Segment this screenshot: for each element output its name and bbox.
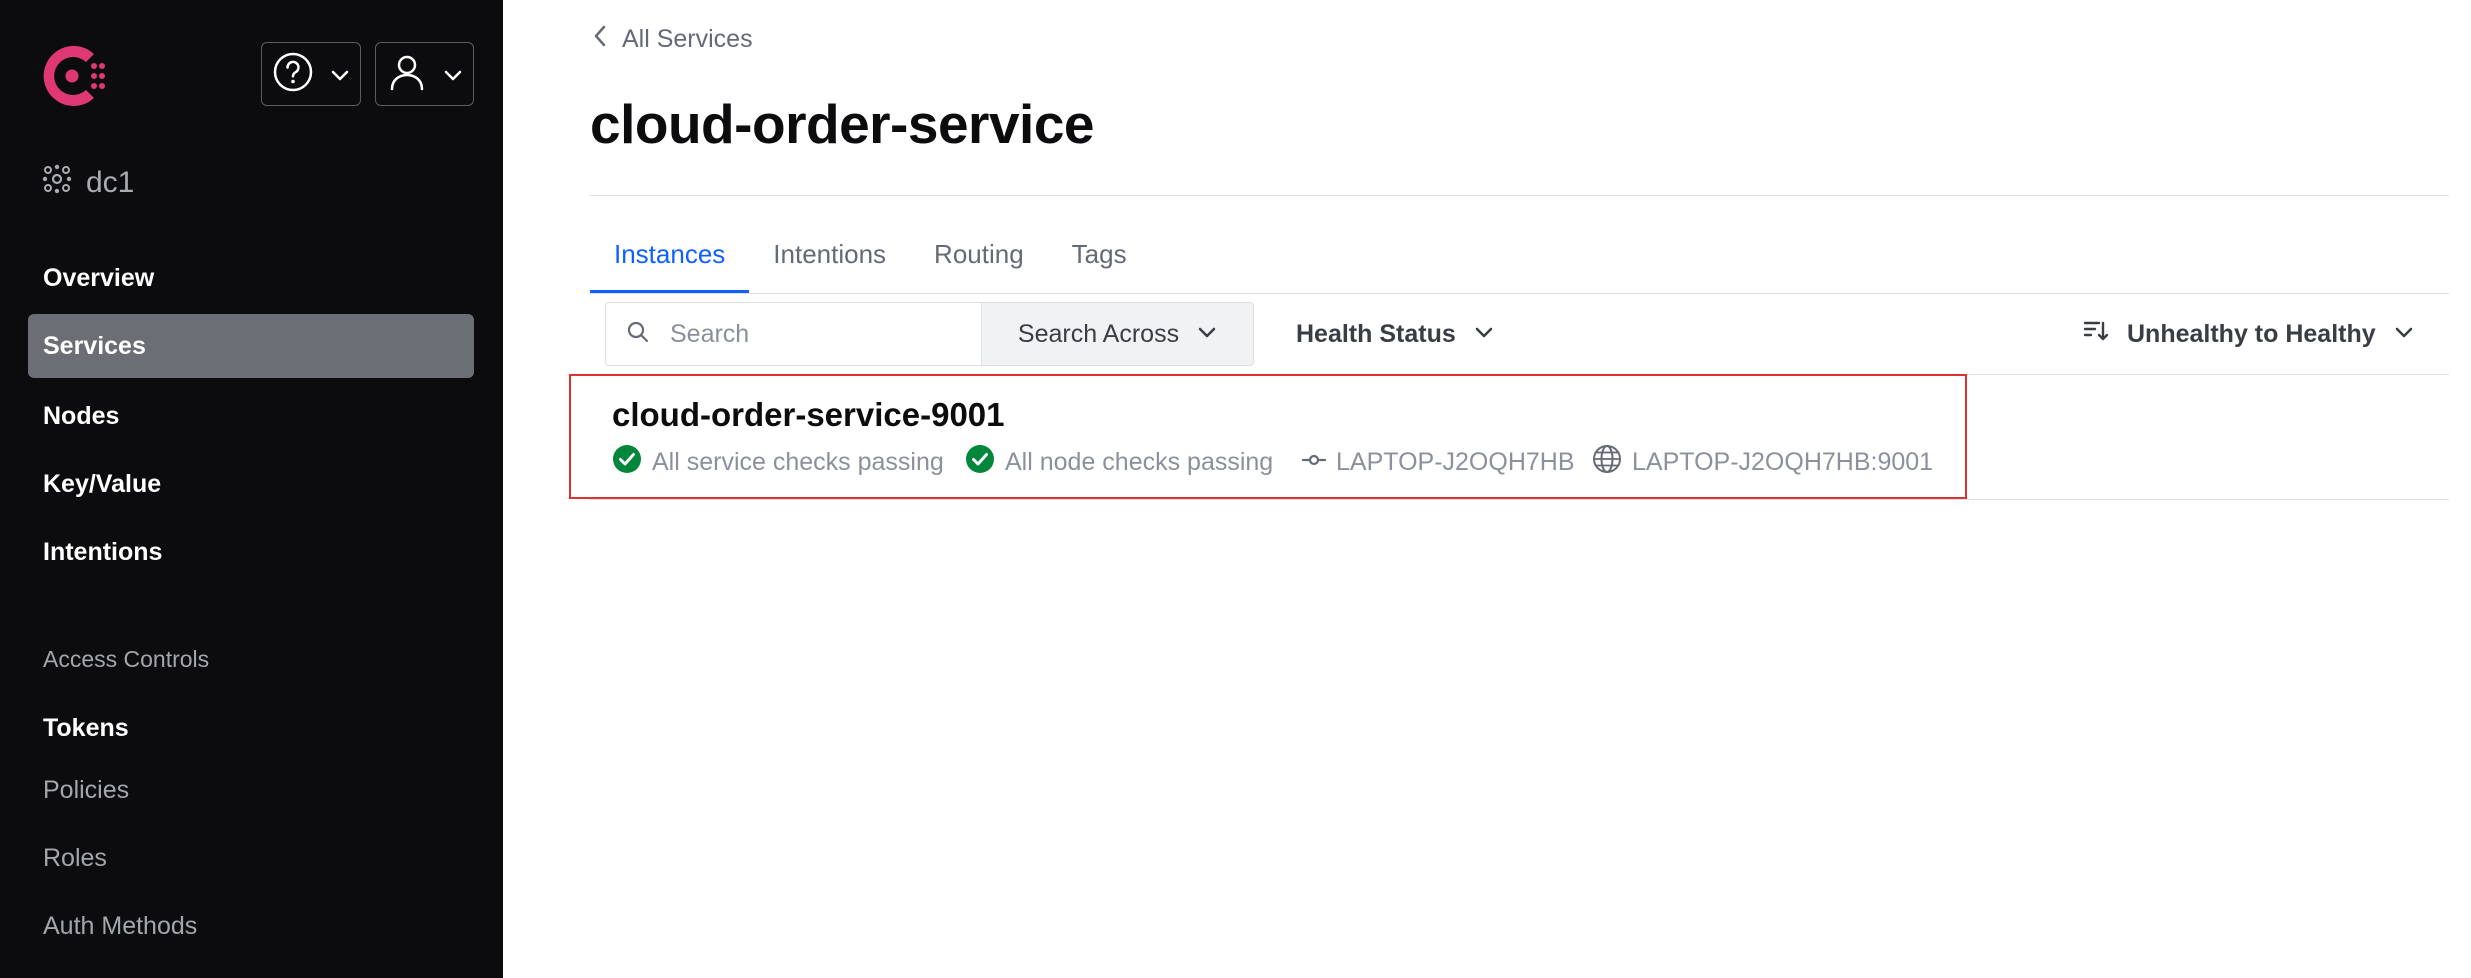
globe-icon (1592, 444, 1622, 481)
tab-routing[interactable]: Routing (910, 214, 1048, 294)
health-status-filter[interactable]: Health Status (1296, 302, 1494, 366)
node-checks-text: All node checks passing (1005, 447, 1274, 476)
help-icon (272, 51, 314, 98)
search-box (605, 302, 981, 366)
divider (590, 293, 2449, 294)
divider (590, 499, 2449, 500)
nav-item-nodes[interactable]: Nodes (28, 384, 474, 448)
user-icon (386, 51, 428, 98)
datacenter-icon (42, 164, 72, 202)
nav-item-intentions[interactable]: Intentions (28, 520, 474, 584)
tab-tags[interactable]: Tags (1048, 214, 1151, 294)
search-across-dropdown[interactable]: Search Across (981, 302, 1254, 366)
instance-list-item[interactable] (569, 374, 1967, 499)
nav-item-tokens[interactable]: Tokens (43, 714, 129, 743)
health-status-label: Health Status (1296, 319, 1456, 348)
user-menu-button[interactable] (375, 42, 474, 106)
instance-address: LAPTOP-J2OQH7HB:9001 (1592, 444, 1933, 480)
tab-instances[interactable]: Instances (590, 214, 750, 294)
address-text: LAPTOP-J2OQH7HB:9001 (1632, 447, 1934, 476)
access-controls-heading: Access Controls (43, 646, 210, 672)
search-across-label: Search Across (1017, 319, 1180, 348)
chevron-down-icon (330, 65, 350, 90)
help-menu-button[interactable] (261, 42, 361, 106)
node-name-text: LAPTOP-J2OQH7HB (1336, 447, 1575, 476)
page-title: cloud-order-service (590, 93, 1095, 155)
sort-dropdown[interactable]: Unhealthy to Healthy (2083, 302, 2414, 366)
back-to-all-services-link[interactable]: All Services (592, 24, 753, 55)
search-input[interactable] (670, 319, 970, 349)
chevron-down-icon (1197, 320, 1217, 349)
instance-name-link[interactable]: cloud-order-service-9001 (612, 396, 1005, 434)
datacenter-name: dc1 (86, 166, 135, 199)
nav-item-roles[interactable]: Roles (43, 844, 107, 873)
sidebar: dc1 Overview Services Nodes Key/Value In… (0, 0, 503, 978)
tab-intentions[interactable]: Intentions (749, 214, 910, 294)
node-name-link[interactable]: LAPTOP-J2OQH7HB (1301, 444, 1575, 480)
consul-logo[interactable] (36, 40, 108, 112)
search-icon (626, 320, 650, 349)
node-checks-status: All node checks passing (965, 444, 1273, 480)
nav-item-services[interactable]: Services (28, 314, 474, 378)
chevron-down-icon (1474, 320, 1494, 349)
check-circle-icon (965, 444, 995, 481)
service-checks-status: All service checks passing (612, 444, 944, 480)
check-circle-icon (612, 444, 642, 481)
service-checks-text: All service checks passing (652, 447, 944, 476)
chevron-left-icon (592, 24, 608, 55)
sort-label: Unhealthy to Healthy (2127, 319, 2376, 348)
chevron-down-icon (2394, 320, 2414, 349)
datacenter-selector[interactable]: dc1 (42, 164, 134, 202)
divider (590, 195, 2449, 196)
nav-item-policies[interactable]: Policies (43, 776, 129, 805)
nav-item-overview[interactable]: Overview (28, 246, 474, 310)
nav-item-key-value[interactable]: Key/Value (28, 452, 474, 516)
chevron-down-icon (443, 65, 463, 90)
nav-item-auth-methods[interactable]: Auth Methods (43, 912, 197, 941)
tab-bar: Instances Intentions Routing Tags (590, 214, 1151, 294)
git-commit-icon (1301, 448, 1327, 477)
sort-icon (2083, 319, 2109, 350)
back-link-label: All Services (622, 25, 753, 53)
